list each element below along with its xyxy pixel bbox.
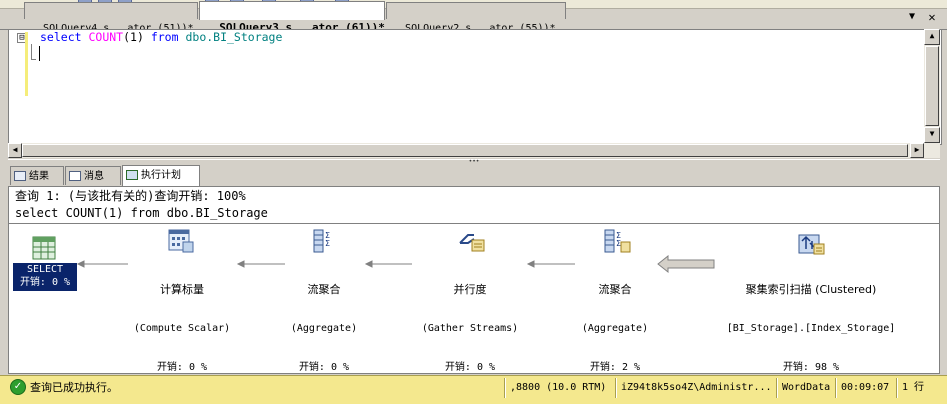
status-user: iZ94t8k5so4Z\Administr... [616, 378, 776, 398]
gather-streams-icon[interactable] [458, 229, 486, 253]
message-icon [69, 171, 81, 181]
stream-aggregate-icon[interactable]: Σ Σ [312, 229, 336, 253]
code-line[interactable]: select COUNT(1) from dbo.BI_Storage [40, 30, 282, 44]
splitter-grip-icon[interactable]: ••• [466, 159, 482, 165]
sql-args: (1) [123, 30, 144, 44]
operator-name: 聚集索引扫描 (Clustered) [745, 283, 877, 296]
svg-text:Σ: Σ [325, 239, 330, 248]
text-caret [39, 46, 40, 61]
status-server: ,8800 (10.0 RTM) [505, 378, 615, 398]
horizontal-scroll-thumb[interactable] [22, 144, 908, 157]
close-tab-icon[interactable]: ✕ [925, 11, 939, 23]
scroll-right-icon[interactable]: ▶ [910, 143, 924, 158]
operator-name: 计算标量 [160, 283, 204, 296]
clustered-index-scan-icon[interactable] [798, 229, 826, 255]
tab-label: 消息 [84, 171, 104, 182]
tab-results[interactable]: 结果 [10, 166, 64, 185]
grid-icon [14, 171, 26, 181]
tab-execution-plan[interactable]: 执行计划 [122, 165, 200, 186]
operator-cost: 开销: 0 % [19, 277, 71, 288]
stream-aggregate-icon[interactable]: Σ Σ [603, 229, 631, 253]
execution-plan-icon [126, 170, 138, 180]
operator-type: (Compute Scalar) [133, 323, 231, 334]
scroll-left-icon[interactable]: ◀ [8, 143, 22, 158]
plan-arrow-head [657, 255, 715, 274]
success-check-icon: ✓ [10, 379, 26, 395]
query-cost-info: 查询 1: (与该批有关的)查询开销: 100% [15, 189, 246, 203]
status-rows: 1 行 [897, 378, 943, 398]
plan-arrow-head [76, 260, 85, 268]
operator-type: (Gather Streams) [421, 323, 519, 334]
clustered-index-scan-operator[interactable]: 聚集索引扫描 (Clustered) [BI_Storage].[Index_S… [716, 257, 906, 387]
aggregate-operator-2[interactable]: 流聚合 (Aggregate) 开销: 2 % [565, 257, 665, 387]
operator-type: [BI_Storage].[Index_Storage] [726, 323, 896, 334]
select-operator[interactable]: SELECT 开销: 0 % [13, 263, 77, 291]
operator-name: SELECT [26, 264, 64, 275]
scroll-up-icon[interactable]: ▲ [924, 29, 940, 45]
sql-function: COUNT [88, 30, 124, 44]
operator-name: 流聚合 [307, 283, 341, 296]
fold-guide-line [31, 44, 32, 60]
document-tab-sqlquery3[interactable]: SQLQuery3.s...ator (61))* [199, 1, 385, 34]
vertical-scroll-thumb[interactable] [925, 46, 939, 126]
tab-label: 结果 [29, 171, 49, 182]
operator-type: (Aggregate) [581, 323, 649, 334]
query-editor[interactable] [8, 29, 942, 145]
sql-keyword: select [40, 30, 82, 44]
compute-scalar-operator[interactable]: 计算标量 (Compute Scalar) 开销: 0 % [120, 257, 244, 387]
scroll-down-icon[interactable]: ▼ [924, 127, 940, 143]
status-database: WordData [777, 378, 835, 398]
sql-keyword: from [150, 30, 179, 44]
plan-arrow-head [526, 260, 535, 268]
tab-messages[interactable]: 消息 [65, 166, 121, 185]
change-marker-bar [25, 32, 28, 96]
operator-cost: 开销: 98 % [782, 362, 840, 373]
operator-cost: 开销: 0 % [444, 362, 496, 373]
select-operator-icon[interactable] [32, 236, 56, 260]
svg-text:Σ: Σ [616, 239, 621, 248]
operator-name: 并行度 [453, 283, 487, 296]
document-tab-sqlquery4[interactable]: SQLQuery4.s...ator (51))* [24, 2, 198, 34]
query-text: select COUNT(1) from dbo.BI_Storage [15, 206, 268, 220]
operator-type: (Aggregate) [290, 323, 358, 334]
gather-streams-operator[interactable]: 并行度 (Gather Streams) 开销: 0 % [412, 257, 528, 387]
tab-list-dropdown-icon[interactable]: ▼ [907, 12, 917, 22]
compute-scalar-icon[interactable] [168, 229, 194, 253]
operator-cost: 开销: 0 % [298, 362, 350, 373]
aggregate-operator-1[interactable]: 流聚合 (Aggregate) 开销: 0 % [274, 257, 374, 387]
status-elapsed: 00:09:07 [836, 378, 896, 398]
operator-cost: 开销: 0 % [156, 362, 208, 373]
status-message: 查询已成功执行。 [30, 381, 118, 394]
document-tab-sqlquery2[interactable]: SQLQuery2.s...ator (55))* [386, 2, 566, 34]
sql-object: dbo.BI_Storage [185, 30, 283, 44]
plan-arrow-thick [657, 255, 715, 274]
fold-guide-end [31, 59, 36, 60]
operator-name: 流聚合 [598, 283, 632, 296]
operator-cost: 开销: 2 % [589, 362, 641, 373]
tab-label: 执行计划 [141, 170, 181, 181]
